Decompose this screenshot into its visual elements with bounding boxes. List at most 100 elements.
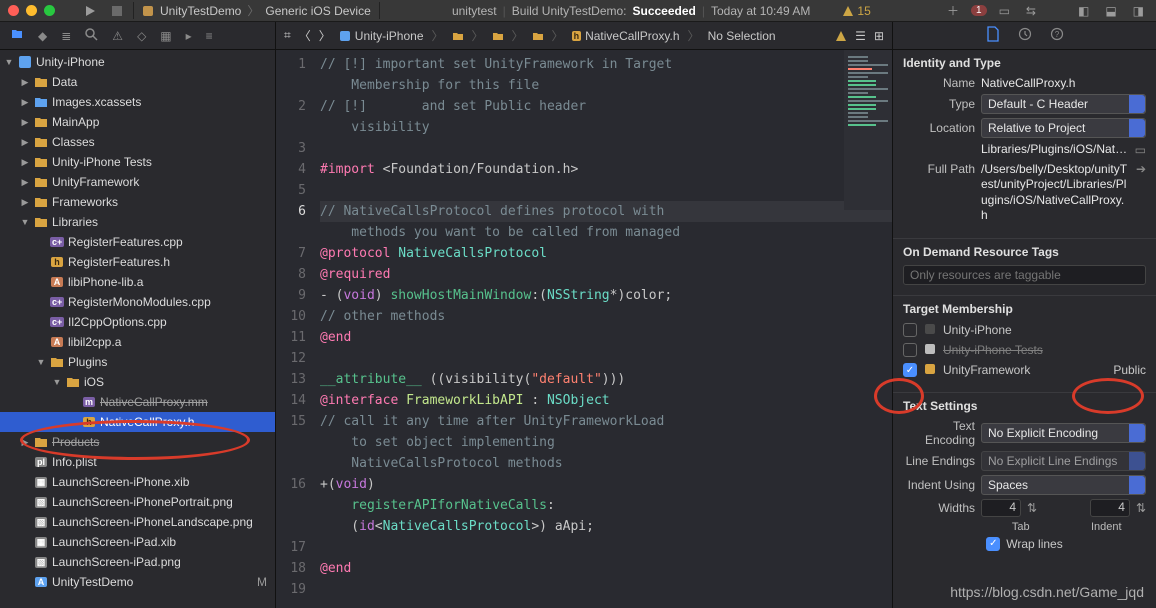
line-number-gutter: 12345678910111213141516171819: [276, 50, 316, 608]
errors-badge[interactable]: 1: [971, 5, 987, 16]
add-button[interactable]: ＋: [943, 2, 963, 19]
window-traffic-lights: [8, 5, 55, 16]
jumpbar-selection[interactable]: No Selection: [708, 29, 776, 43]
library-button[interactable]: ▭: [995, 4, 1014, 18]
file-location-path: Libraries/Plugins/iOS/NativeCallProxy.h: [981, 142, 1129, 158]
file-name-value: NativeCallProxy.h: [981, 76, 1146, 90]
tree-item[interactable]: mNativeCallProxy.mm: [0, 392, 275, 412]
forward-button[interactable]: 〉: [319, 27, 331, 44]
jump-bar[interactable]: ⌗ 〈 〉 Unity-iPhone 〉 〉 〉 〉 hNativeCallPr…: [276, 22, 892, 50]
issue-navigator-tab[interactable]: ⚠: [112, 29, 123, 43]
toggle-left-panel[interactable]: ◧: [1074, 4, 1093, 18]
identity-and-type-section: Identity and Type Name NativeCallProxy.h…: [893, 50, 1156, 239]
tree-item[interactable]: c+RegisterFeatures.cpp: [0, 232, 275, 252]
stop-button[interactable]: [107, 5, 127, 17]
jumpbar-file[interactable]: NativeCallProxy.h: [585, 29, 679, 43]
target-membership-row[interactable]: Unity-iPhone: [903, 322, 1146, 339]
tree-item[interactable]: ▶Data: [0, 72, 275, 92]
toggle-right-panel[interactable]: ◨: [1129, 4, 1148, 18]
tab-width-field[interactable]: 4: [981, 499, 1021, 517]
tree-item[interactable]: AlibiPhone-lib.a: [0, 272, 275, 292]
debug-navigator-tab[interactable]: ▦: [160, 29, 171, 43]
titlebar: UnityTestDemo 〉 Generic iOS Device unity…: [0, 0, 1156, 22]
tree-item[interactable]: hNativeCallProxy.h: [0, 412, 275, 432]
tree-item[interactable]: ▧LaunchScreen-iPhonePortrait.png: [0, 492, 275, 512]
find-navigator-tab[interactable]: [85, 28, 98, 44]
file-location-select[interactable]: Relative to Project: [981, 118, 1146, 138]
tree-item[interactable]: ▦LaunchScreen-iPad.xib: [0, 532, 275, 552]
code-area[interactable]: // [!] important set UnityFramework in T…: [316, 50, 892, 608]
tree-item[interactable]: ▼Plugins: [0, 352, 275, 372]
indent-using-select[interactable]: Spaces: [981, 475, 1146, 495]
tree-item[interactable]: AUnityTestDemoM: [0, 572, 275, 592]
tree-item[interactable]: ▼Unity-iPhone: [0, 52, 275, 72]
symbol-navigator-tab[interactable]: ≣: [61, 29, 71, 43]
tree-item[interactable]: ▼Libraries: [0, 212, 275, 232]
editor-warnings-icon[interactable]: [835, 30, 847, 42]
target-visibility[interactable]: Public: [1113, 363, 1146, 377]
close-window-button[interactable]: [8, 5, 19, 16]
toggle-bottom-panel[interactable]: ⬓: [1101, 4, 1120, 18]
inspector-tabs: ?: [893, 22, 1156, 50]
tree-item[interactable]: Alibil2cpp.a: [0, 332, 275, 352]
project-navigator-tab[interactable]: [10, 27, 24, 44]
code-review-button[interactable]: ⇆: [1022, 4, 1040, 18]
target-membership-row[interactable]: ✓UnityFrameworkPublic: [903, 362, 1146, 379]
tree-item[interactable]: ▶Unity-iPhone Tests: [0, 152, 275, 172]
line-endings-select[interactable]: No Explicit Line Endings: [981, 451, 1146, 471]
tree-item[interactable]: ▶UnityFramework: [0, 172, 275, 192]
adjust-editor-button[interactable]: ☰: [855, 29, 866, 43]
inspector-pane: ? Identity and Type Name NativeCallProxy…: [892, 22, 1156, 608]
tree-item[interactable]: ▶Products: [0, 432, 275, 452]
tree-item[interactable]: hRegisterFeatures.h: [0, 252, 275, 272]
back-button[interactable]: 〈: [299, 27, 311, 44]
zoom-window-button[interactable]: [44, 5, 55, 16]
choose-location-icon[interactable]: ▭: [1135, 143, 1146, 157]
history-inspector-tab[interactable]: [1018, 27, 1032, 44]
text-settings-section: Text Settings Text Encoding No Explicit …: [893, 393, 1156, 565]
scheme-selector[interactable]: UnityTestDemo 〉 Generic iOS Device: [133, 2, 380, 19]
tree-item[interactable]: c+Il2CppOptions.cpp: [0, 312, 275, 332]
tree-item[interactable]: ▶Images.xcassets: [0, 92, 275, 112]
breakpoint-navigator-tab[interactable]: ▸: [186, 29, 192, 43]
tree-item[interactable]: ▶Frameworks: [0, 192, 275, 212]
quick-help-inspector-tab[interactable]: ?: [1050, 27, 1064, 44]
tree-item[interactable]: ▧LaunchScreen-iPhoneLandscape.png: [0, 512, 275, 532]
navigator-pane: ◆ ≣ ⚠ ◇ ▦ ▸ ≡ ▼Unity-iPhone▶Data▶Images.…: [0, 22, 276, 608]
tree-item[interactable]: ▶MainApp: [0, 112, 275, 132]
file-inspector-tab[interactable]: [986, 26, 1000, 45]
tree-item[interactable]: c+RegisterMonoModules.cpp: [0, 292, 275, 312]
test-navigator-tab[interactable]: ◇: [137, 29, 146, 43]
file-type-select[interactable]: Default - C Header: [981, 94, 1146, 114]
minimize-window-button[interactable]: [26, 5, 37, 16]
target-checkbox[interactable]: [903, 323, 917, 337]
report-navigator-tab[interactable]: ≡: [206, 29, 213, 43]
scheme-target-label: UnityTestDemo: [160, 4, 241, 18]
navigator-tabs: ◆ ≣ ⚠ ◇ ▦ ▸ ≡: [0, 22, 275, 50]
text-encoding-select[interactable]: No Explicit Encoding: [981, 423, 1146, 443]
svg-text:?: ?: [1054, 30, 1059, 39]
warnings-badge[interactable]: 15: [842, 4, 870, 18]
related-items-icon[interactable]: ⌗: [284, 28, 291, 43]
tree-item[interactable]: ▦LaunchScreen-iPhone.xib: [0, 472, 275, 492]
target-checkbox[interactable]: ✓: [903, 363, 917, 377]
tree-item[interactable]: plInfo.plist: [0, 452, 275, 472]
source-editor[interactable]: 12345678910111213141516171819 // [!] imp…: [276, 50, 892, 608]
editor-pane: ⌗ 〈 〉 Unity-iPhone 〉 〉 〉 〉 hNativeCallPr…: [276, 22, 892, 608]
target-checkbox[interactable]: [903, 343, 917, 357]
tree-item[interactable]: ▧LaunchScreen-iPad.png: [0, 552, 275, 572]
jumpbar-project[interactable]: Unity-iPhone: [355, 29, 424, 43]
source-control-navigator-tab[interactable]: ◆: [38, 29, 47, 43]
reveal-in-finder-icon[interactable]: ➔: [1136, 162, 1146, 176]
file-full-path: /Users/belly/Desktop/unityTest/unityProj…: [981, 162, 1130, 224]
run-button[interactable]: [79, 4, 101, 18]
target-membership-row[interactable]: Unity-iPhone Tests: [903, 342, 1146, 359]
tree-item[interactable]: ▼iOS: [0, 372, 275, 392]
tree-item[interactable]: ▶Classes: [0, 132, 275, 152]
add-editor-button[interactable]: ⊞: [874, 29, 884, 43]
indent-width-field[interactable]: 4: [1090, 499, 1130, 517]
minimap[interactable]: [844, 50, 892, 210]
wrap-lines-checkbox[interactable]: ✓: [986, 537, 1000, 551]
project-navigator-tree[interactable]: ▼Unity-iPhone▶Data▶Images.xcassets▶MainA…: [0, 50, 275, 608]
target-membership-section: Target Membership Unity-iPhoneUnity-iPho…: [893, 296, 1156, 393]
